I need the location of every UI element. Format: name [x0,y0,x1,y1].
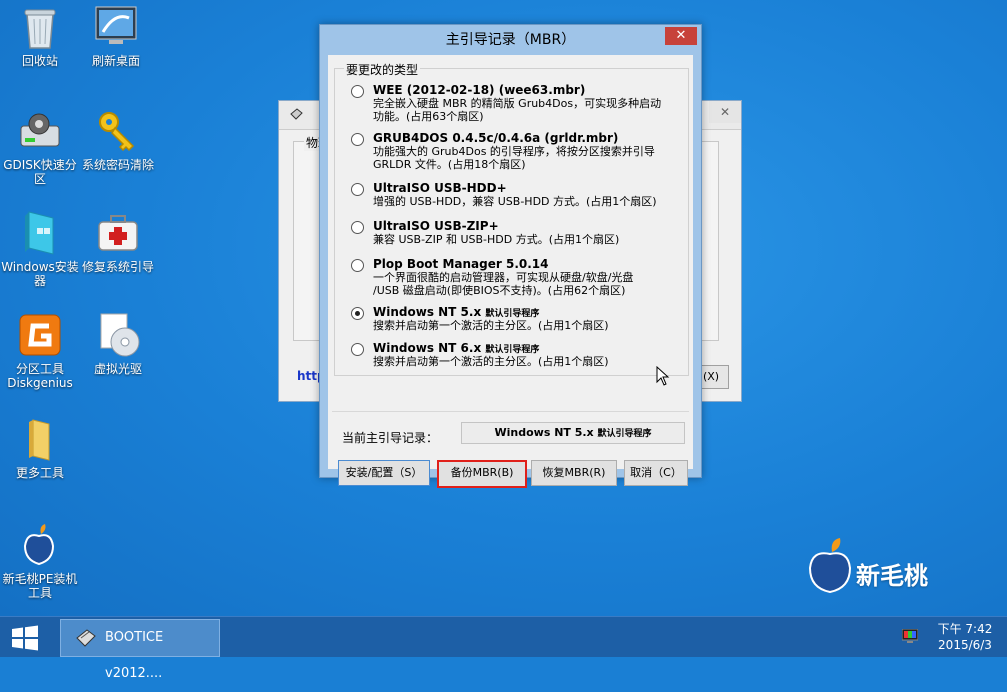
recycle-bin-icon [17,4,63,50]
more-tools-shortcut[interactable]: 更多工具 [0,416,80,480]
option-name: GRUB4DOS 0.4.5c/0.4.6a (grldr.mbr) [373,131,619,145]
desktop-icon-label: GDISK快速分区 [3,158,77,186]
option-name-text: Windows NT 5.x [373,305,482,319]
current-mbr-label: 当前主引导记录： [342,431,439,445]
repair-boot-shortcut[interactable]: 修复系统引导 [78,210,158,274]
windows-installer-shortcut[interactable]: Windows安装器 [0,210,80,288]
mbr-dialog: 主引导记录（MBR） ✕ 要更改的类型 WEE (2012-02-18) (we… [319,24,702,488]
current-mbr-tag: 默认引导程序 [597,429,652,439]
windows-installer-icon [17,210,63,256]
desktop-icon-label: 系统密码清除 [81,158,154,172]
desktop-icon-label: 回收站 [21,54,58,68]
diskgenius-icon [17,312,63,358]
cancel-button[interactable]: 取消（C） [624,460,688,486]
gdisk-shortcut[interactable]: GDISK快速分区 [0,108,80,186]
desktop-icon-label: 新毛桃PE装机工具 [2,572,78,600]
taskbar: BOOTICE v2012.... 下午 7:42 2015/6/3 [0,616,1007,681]
virtual-cd-icon [95,312,141,358]
option-tag: 默认引导程序 [485,345,540,355]
radio-button[interactable] [351,259,364,272]
install-config-button[interactable]: 安装/配置（S） [338,460,430,486]
radio-button[interactable] [351,85,364,98]
current-mbr-value: Windows NT 5.x 默认引导程序 [461,422,685,444]
option-description: 搜索并启动第一个激活的主分区。(占用1个扇区) [373,355,609,368]
peach-brand-icon [808,538,852,594]
option-name: Plop Boot Manager 5.0.14 [373,257,549,271]
bootice-close-button[interactable]: ✕ [709,101,741,123]
gear-disk-icon [17,108,63,154]
option-description: 完全嵌入硬盘 MBR 的精简版 Grub4Dos，可实现多种启动 功能。(占用6… [373,97,662,123]
option-name: Windows NT 6.x 默认引导程序 [373,341,539,355]
desktop: 回收站 刷新桌面 GDISK快速分区 系统密码清除 Windows安装器 修复系… [0,0,1007,616]
radio-button-selected[interactable] [351,307,364,320]
mbr-type-group-label: 要更改的类型 [344,61,421,78]
brand-text: 新毛桃 [856,562,928,590]
bootice-app-icon [290,108,303,120]
display-tray-icon[interactable] [902,629,918,643]
mbr-type-group: 要更改的类型 WEE (2012-02-18) (wee63.mbr) 完全嵌入… [334,61,689,376]
option-name: WEE (2012-02-18) (wee63.mbr) [373,83,586,97]
system-clock[interactable]: 下午 7:42 2015/6/3 [930,621,1000,653]
peach-logo-icon [17,522,63,568]
clock-date: 2015/6/3 [938,638,992,652]
first-aid-kit-icon [95,210,141,256]
option-name: Windows NT 5.x 默认引导程序 [373,305,539,319]
monitor-icon [93,4,139,50]
diskgenius-shortcut[interactable]: 分区工具Diskgenius [0,312,80,390]
desktop-icon-label: 刷新桌面 [91,54,140,68]
restore-mbr-button[interactable]: 恢复MBR(R) [531,460,617,486]
clock-time: 下午 7:42 [937,622,993,636]
taskbar-item-label: BOOTICE v2012.... [105,630,164,681]
key-icon [95,108,141,154]
radio-button[interactable] [351,133,364,146]
option-name: UltraISO USB-ZIP+ [373,219,499,233]
option-description: 一个界面很酷的启动管理器，可实现从硬盘/软盘/光盘 /USB 磁盘启动(即使BI… [373,271,634,297]
desktop-icon-label: 修复系统引导 [81,260,154,274]
dialog-close-button[interactable]: ✕ [665,27,697,45]
radio-button[interactable] [351,343,364,356]
mouse-cursor-icon [656,366,670,386]
divider [332,411,689,412]
option-name: UltraISO USB-HDD+ [373,181,507,195]
refresh-desktop-shortcut[interactable]: 刷新桌面 [76,4,156,68]
password-clear-shortcut[interactable]: 系统密码清除 [78,108,158,172]
radio-button[interactable] [351,183,364,196]
option-description: 搜索并启动第一个激活的主分区。(占用1个扇区) [373,319,609,332]
windows-start-icon[interactable] [10,625,40,651]
desktop-icon-label: 更多工具 [15,466,64,480]
option-tag: 默认引导程序 [485,309,540,319]
dialog-title: 主引导记录（MBR） [445,32,576,48]
option-description: 功能强大的 Grub4Dos 的引导程序，将按分区搜索并引导 GRLDR 文件。… [373,145,655,171]
desktop-icon-label: 虚拟光驱 [93,362,142,376]
option-description: 增强的 USB-HDD，兼容 USB-HDD 方式。(占用1个扇区) [373,195,657,208]
pe-installer-shortcut[interactable]: 新毛桃PE装机工具 [0,522,80,600]
desktop-icon-label: Windows安装器 [1,260,79,288]
folder-icon [17,416,63,462]
desktop-icon-label: 分区工具Diskgenius [7,362,73,390]
option-name-text: Windows NT 6.x [373,341,482,355]
dialog-client: 要更改的类型 WEE (2012-02-18) (wee63.mbr) 完全嵌入… [328,55,693,488]
virtual-drive-shortcut[interactable]: 虚拟光驱 [78,312,158,376]
current-mbr-value-text: Windows NT 5.x [494,426,594,439]
backup-mbr-button[interactable]: 备份MBR(B) [437,460,527,488]
option-description: 兼容 USB-ZIP 和 USB-HDD 方式。(占用1个扇区) [373,233,620,246]
brand-logo: 新毛桃 [806,538,956,598]
recycle-bin-shortcut[interactable]: 回收站 [0,4,80,68]
bootice-task-icon [76,629,96,647]
radio-button[interactable] [351,221,364,234]
taskbar-item-bootice[interactable]: BOOTICE v2012.... [60,619,220,681]
